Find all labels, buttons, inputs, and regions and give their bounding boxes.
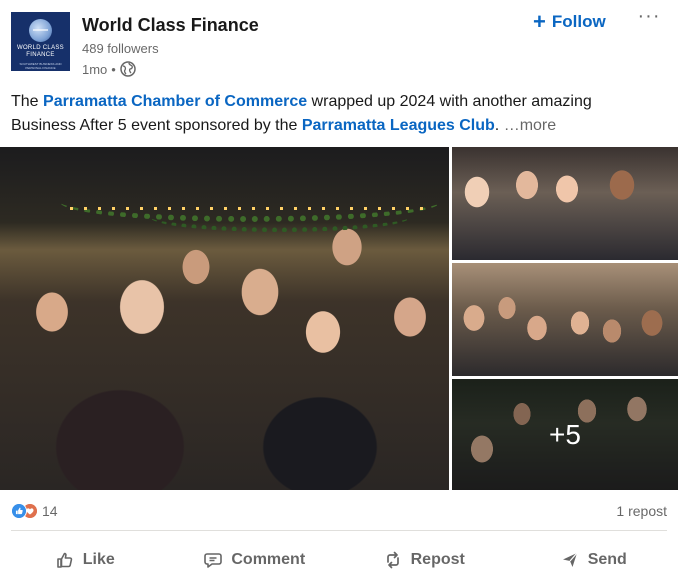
- post-header: WORLD CLASS FINANCE SOUTHWEST BUSINESS A…: [0, 0, 678, 90]
- post-time: 1mo: [82, 61, 108, 77]
- repost-button[interactable]: Repost: [339, 540, 509, 580]
- string-lights: [70, 207, 430, 210]
- more-photos-count: +5: [549, 418, 581, 450]
- meta-separator: •: [111, 61, 116, 77]
- logo-tagline: SOUTHWEST BUSINESS AND PERSONAL FINANCE: [19, 62, 62, 70]
- comment-icon: [204, 553, 223, 568]
- repost-icon: [386, 551, 399, 569]
- post-text-3: .: [494, 117, 504, 134]
- comment-button[interactable]: Comment: [170, 540, 340, 580]
- send-button[interactable]: Send: [509, 540, 678, 580]
- thumbnail-photo-2[interactable]: [452, 263, 678, 376]
- more-dots-icon[interactable]: ···: [636, 6, 662, 34]
- repost-count[interactable]: 1 repost: [616, 503, 667, 519]
- globe-icon: [120, 61, 136, 77]
- follow-button[interactable]: + Follow: [533, 9, 606, 35]
- follower-count: 489 followers: [82, 41, 159, 56]
- logo-globe-icon: [29, 19, 52, 42]
- see-more-link[interactable]: …more: [504, 117, 556, 134]
- follow-label: Follow: [551, 12, 606, 31]
- thumbnail-photo-1[interactable]: [452, 147, 678, 260]
- main-photo[interactable]: [0, 147, 449, 490]
- mention-parramatta-chamber[interactable]: Parramatta Chamber of Commerce: [43, 93, 307, 110]
- plus-icon: +: [533, 9, 546, 34]
- comment-label: Comment: [231, 551, 306, 568]
- reaction-count: 14: [42, 503, 58, 519]
- post-body: The Parramatta Chamber of Commerce wrapp…: [11, 90, 631, 138]
- company-logo[interactable]: WORLD CLASS FINANCE SOUTHWEST BUSINESS A…: [11, 12, 70, 71]
- like-icon: [11, 503, 27, 519]
- logo-text: WORLD CLASS FINANCE: [17, 45, 64, 58]
- thumbs-up-icon: [56, 552, 72, 568]
- reaction-icons: [11, 503, 38, 519]
- like-label: Like: [82, 551, 115, 568]
- company-name[interactable]: World Class Finance: [82, 15, 259, 36]
- post-meta: 1mo •: [82, 61, 136, 77]
- send-label: Send: [587, 551, 627, 568]
- send-icon: [562, 552, 578, 567]
- thumbnail-photo-3[interactable]: +5: [452, 379, 678, 490]
- social-counts: 14 1 repost: [11, 499, 667, 523]
- repost-label: Repost: [410, 551, 465, 568]
- divider: [11, 530, 667, 531]
- mention-parramatta-leagues[interactable]: Parramatta Leagues Club: [302, 117, 495, 134]
- post-text-1: The: [11, 93, 44, 110]
- action-bar: Like Comment Repost Send: [0, 540, 678, 580]
- reactions-summary[interactable]: 14: [11, 503, 58, 519]
- like-button[interactable]: Like: [0, 540, 170, 580]
- photo-grid: +5: [0, 147, 678, 490]
